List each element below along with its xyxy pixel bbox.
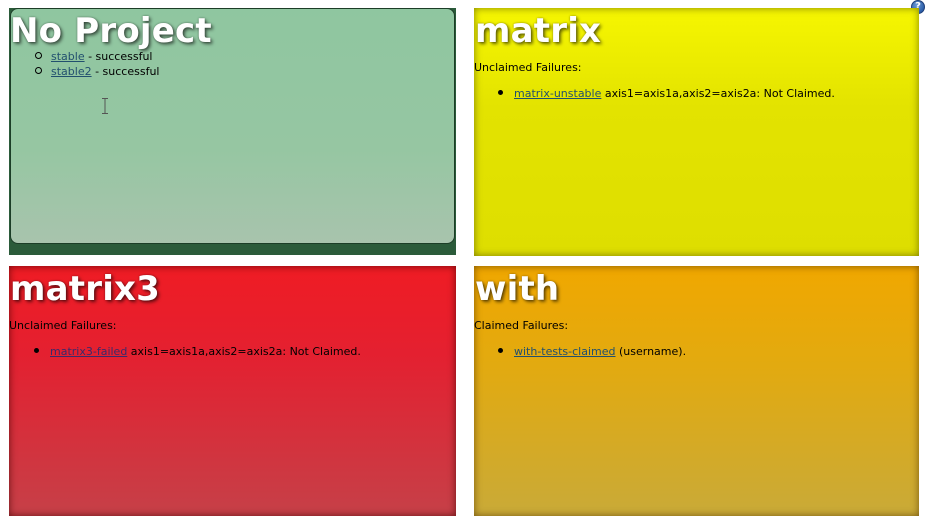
bullet-icon <box>498 90 503 95</box>
job-link-matrix-unstable[interactable]: matrix-unstable <box>514 87 601 100</box>
job-status: - successful <box>91 65 160 78</box>
bullet-icon <box>34 348 39 353</box>
job-link-stable2[interactable]: stable2 <box>51 65 92 78</box>
panel-matrix3: matrix3 Unclaimed Failures: matrix3-fail… <box>9 266 456 516</box>
failure-detail: axis1=axis1a,axis2=axis2a: Not Claimed. <box>127 345 361 358</box>
bullet-icon <box>35 52 42 59</box>
list-item: with-tests-claimed (username). <box>498 344 686 359</box>
list-item: stable - successful <box>35 49 159 64</box>
failure-detail: axis1=axis1a,axis2=axis2a: Not Claimed. <box>601 87 835 100</box>
panel-title: matrix <box>475 11 602 51</box>
list-item: stable2 - successful <box>35 64 159 79</box>
claim-detail: (username). <box>615 345 687 358</box>
job-link-matrix3-failed[interactable]: matrix3-failed <box>50 345 127 358</box>
bullet-icon <box>35 67 42 74</box>
job-status: - successful <box>84 50 153 63</box>
job-link-with-tests-claimed[interactable]: with-tests-claimed <box>514 345 616 358</box>
failure-list: with-tests-claimed (username). <box>498 344 686 359</box>
job-list: stable - successful stable2 - successful <box>35 49 159 79</box>
failure-list: matrix3-failed axis1=axis1a,axis2=axis2a… <box>34 344 361 359</box>
panel-title: matrix3 <box>10 269 161 309</box>
panel-title: with <box>475 269 560 309</box>
panel-no-project: No Project stable - successful stable2 -… <box>9 8 456 255</box>
list-item: matrix-unstable axis1=axis1a,axis2=axis2… <box>498 86 835 101</box>
job-link-stable[interactable]: stable <box>51 50 85 63</box>
section-label: Claimed Failures: <box>474 319 569 332</box>
failure-list: matrix-unstable axis1=axis1a,axis2=axis2… <box>498 86 835 101</box>
panel-title: No Project <box>10 11 212 51</box>
panel-with: with Claimed Failures: with-tests-claime… <box>474 266 919 516</box>
section-label: Unclaimed Failures: <box>9 319 117 332</box>
list-item: matrix3-failed axis1=axis1a,axis2=axis2a… <box>34 344 361 359</box>
panel-matrix: matrix Unclaimed Failures: matrix-unstab… <box>474 8 919 256</box>
text-cursor-icon <box>102 98 108 114</box>
bullet-icon <box>498 348 503 353</box>
section-label: Unclaimed Failures: <box>474 61 582 74</box>
